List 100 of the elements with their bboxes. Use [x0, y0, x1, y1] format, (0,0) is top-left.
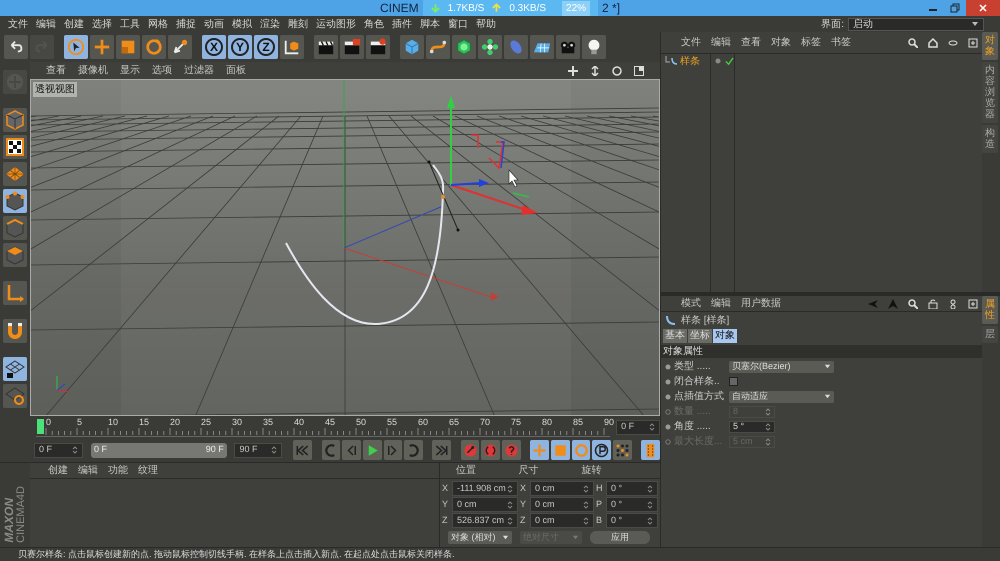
rotation-field[interactable]: 0 °	[606, 481, 658, 496]
menu-item[interactable]: 帮助	[472, 16, 500, 32]
next-key-button[interactable]	[404, 440, 423, 460]
menu-item[interactable]: 窗口	[444, 16, 472, 32]
menu-item[interactable]: 摄像机	[78, 63, 108, 78]
menu-item[interactable]: 模式	[681, 296, 701, 311]
menu-item[interactable]: 查看	[46, 63, 66, 78]
last-button[interactable]	[432, 440, 452, 460]
mode-dropdown[interactable]: 对象 (相对)	[448, 531, 512, 544]
spline-button[interactable]	[426, 35, 450, 59]
object-tool-button[interactable]	[3, 108, 27, 132]
layout-dropdown[interactable]: 启动	[848, 18, 984, 30]
menu-item[interactable]: 编辑	[78, 463, 98, 478]
object-name[interactable]: 样条	[680, 54, 700, 68]
axis-lock-button[interactable]: Z	[254, 35, 278, 59]
menu-item[interactable]: 功能	[108, 463, 128, 478]
rotate-button[interactable]	[572, 440, 590, 460]
lock-tool-button[interactable]	[3, 357, 27, 381]
axis-lock-button[interactable]: Y	[228, 35, 252, 59]
menu-item[interactable]: 选择	[88, 16, 116, 32]
checkbox[interactable]	[729, 377, 738, 386]
menu-item[interactable]: 脚本	[416, 16, 444, 32]
menu-item[interactable]: 编辑	[711, 296, 731, 311]
render-settings-button[interactable]	[366, 35, 390, 59]
texture-tool-button[interactable]	[3, 135, 27, 159]
tab[interactable]: 基本	[663, 328, 687, 342]
size-field[interactable]: 0 cm	[530, 481, 594, 496]
menu-item[interactable]: 文件	[681, 35, 701, 50]
menu-item[interactable]: 雕刻	[284, 16, 312, 32]
next-frame-button[interactable]	[384, 440, 402, 460]
menu-item[interactable]: 过滤器	[184, 63, 214, 78]
menu-item[interactable]: 文件	[4, 16, 32, 32]
render-view-button[interactable]	[314, 35, 338, 59]
menu-item[interactable]: 纹理	[138, 463, 158, 478]
rotate-button[interactable]	[142, 35, 166, 59]
floor-button[interactable]	[530, 35, 554, 59]
move-button[interactable]	[530, 440, 550, 460]
menu-item[interactable]: 编辑	[711, 35, 731, 50]
menu-item[interactable]: 显示	[120, 63, 140, 78]
menu-item[interactable]: 创建	[60, 16, 88, 32]
menu-item[interactable]: 模拟	[228, 16, 256, 32]
menu-item[interactable]: 插件	[388, 16, 416, 32]
snap-tool-button[interactable]	[3, 319, 27, 343]
start-frame-field[interactable]: 0 F	[34, 442, 84, 458]
menu-item[interactable]: 书签	[831, 35, 851, 50]
position-field[interactable]: 526.837 cm	[452, 513, 518, 528]
rotation-field[interactable]: 0 °	[606, 513, 658, 528]
position-field[interactable]: 0 cm	[452, 497, 518, 512]
frame-field[interactable]: 0 F	[616, 420, 660, 434]
size-field[interactable]: 0 cm	[530, 513, 594, 528]
menu-item[interactable]: 动画	[200, 16, 228, 32]
menu-item[interactable]: 查看	[741, 35, 761, 50]
property-dropdown[interactable]: 贝塞尔(Bezier)	[729, 360, 834, 372]
menu-item[interactable]: 工具	[116, 16, 144, 32]
scale-button[interactable]	[116, 35, 140, 59]
menu-item[interactable]: 编辑	[32, 16, 60, 32]
record-button[interactable]	[460, 440, 480, 460]
play-button[interactable]	[362, 440, 382, 460]
undo-button[interactable]	[4, 35, 28, 59]
axis-tool-button[interactable]	[3, 281, 27, 305]
first-button[interactable]	[293, 440, 312, 460]
menu-item[interactable]: 捕捉	[172, 16, 200, 32]
close-button[interactable]	[966, 0, 1000, 16]
menu-item[interactable]: 用户数据	[741, 296, 781, 311]
light-button[interactable]	[582, 35, 606, 59]
menu-item[interactable]: 对象	[771, 35, 791, 50]
film-button[interactable]	[641, 440, 660, 460]
end-frame-field[interactable]: 90 F	[234, 442, 282, 458]
side-tab[interactable]: 层	[982, 326, 998, 343]
tab[interactable]: 对象	[713, 328, 737, 342]
axis-lock-button[interactable]: X	[202, 35, 226, 59]
cube-button[interactable]	[400, 35, 424, 59]
polygons-tool-button[interactable]	[3, 243, 27, 267]
menu-item[interactable]: 选项	[152, 63, 172, 78]
grid-tool-button[interactable]	[3, 384, 27, 408]
select-button[interactable]	[64, 35, 88, 59]
prev-frame-button[interactable]	[342, 440, 361, 460]
array-button[interactable]	[478, 35, 502, 59]
transform-button[interactable]	[168, 35, 192, 59]
property-dropdown[interactable]: 自动适应	[729, 390, 834, 402]
rotation-field[interactable]: 0 °	[606, 497, 658, 512]
menu-item[interactable]: 标签	[801, 35, 821, 50]
menu-item[interactable]: 渲染	[256, 16, 284, 32]
position-field[interactable]: -111.908 cm	[452, 481, 518, 496]
tab[interactable]: 坐标	[688, 328, 712, 342]
size-field[interactable]: 0 cm	[530, 497, 594, 512]
edges-tool-button[interactable]	[3, 216, 27, 240]
side-tab[interactable]: 构造	[982, 125, 998, 153]
menu-item[interactable]: 面板	[226, 63, 246, 78]
render-button[interactable]	[340, 35, 364, 59]
camera-button[interactable]	[556, 35, 580, 59]
apply-button[interactable]: 应用	[590, 531, 650, 544]
menu-item[interactable]: 运动图形	[312, 16, 360, 32]
side-tab[interactable]: 内容浏览器	[982, 62, 998, 123]
prev-key-button[interactable]	[322, 440, 340, 460]
menu-item[interactable]: 创建	[48, 463, 68, 478]
dots-button[interactable]	[613, 440, 632, 460]
menu-item[interactable]: 网格	[144, 16, 172, 32]
menu-item[interactable]: 角色	[360, 16, 388, 32]
points-tool-button[interactable]	[3, 189, 27, 213]
